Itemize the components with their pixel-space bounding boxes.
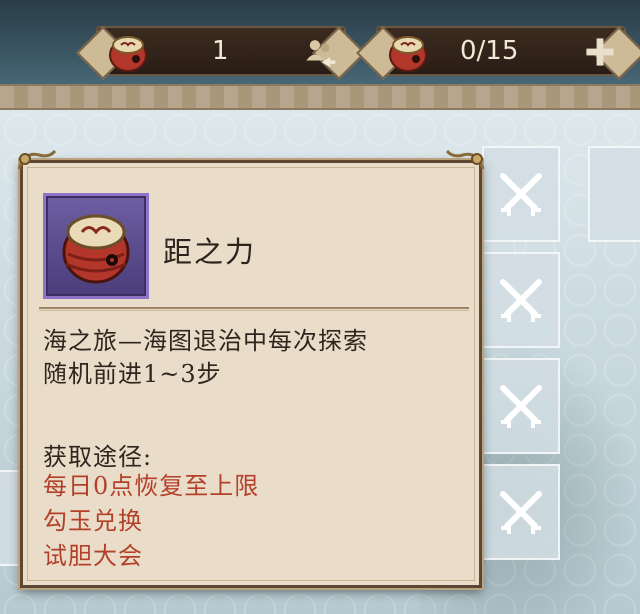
corner-ornament-icon [17, 149, 57, 170]
crossed-swords-icon [500, 491, 542, 534]
corner-ornament-icon [445, 149, 485, 170]
item-tooltip-panel: 距之力 海之旅—海图退治中每次探索 随机前进1~3步 获取途径: 每日0点恢复至… [17, 149, 485, 588]
map-slot[interactable] [482, 464, 560, 560]
map-slot[interactable] [482, 252, 560, 348]
map-slot[interactable] [482, 146, 560, 242]
stamina-count: 0/15 [460, 36, 519, 66]
friends-share-button[interactable] [298, 30, 342, 74]
drum-icon [62, 214, 130, 284]
map-slot[interactable] [482, 358, 560, 454]
drum-icon [106, 31, 150, 75]
drum-resource-bar: 1 [96, 26, 346, 76]
source-item: 勾玉兑换 [43, 507, 143, 535]
decorative-band [0, 84, 640, 110]
source-title: 获取途径: [43, 443, 153, 471]
crossed-swords-icon [500, 279, 542, 322]
item-icon-frame [43, 193, 149, 299]
source-item: 试胆大会 [43, 542, 143, 570]
description-line: 海之旅—海图退治中每次探索 [43, 327, 368, 355]
crossed-swords-icon [500, 385, 542, 428]
item-name: 距之力 [163, 235, 257, 269]
drum-count: 1 [212, 36, 229, 66]
drum-icon [386, 31, 430, 75]
plus-icon [586, 38, 614, 66]
source-item: 每日0点恢复至上限 [43, 472, 260, 500]
map-slot[interactable] [588, 146, 640, 242]
map-slot[interactable] [0, 470, 22, 566]
add-stamina-button[interactable] [578, 30, 622, 74]
source-list: 每日0点恢复至上限 勾玉兑换 试胆大会 [43, 469, 259, 574]
divider [39, 307, 469, 311]
description-line: 随机前进1~3步 [43, 360, 222, 388]
crossed-swords-icon [500, 173, 542, 216]
friends-share-icon [306, 40, 336, 68]
item-description: 海之旅—海图退治中每次探索 随机前进1~3步 [43, 325, 463, 391]
stamina-resource-bar: 0/15 [376, 26, 626, 76]
